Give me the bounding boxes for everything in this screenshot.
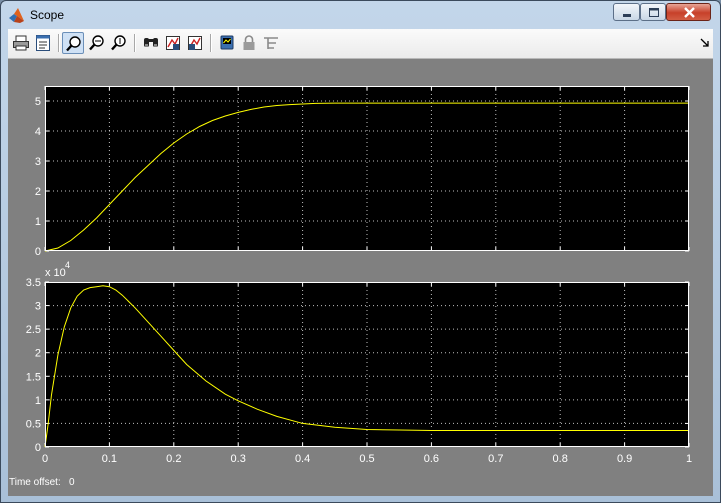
plot-2-x-tick-label: 0 [42, 453, 48, 465]
autoscale-icon [144, 38, 158, 47]
minimize-icon [623, 14, 631, 17]
plot-2-x-tick-label: 0.3 [231, 453, 246, 465]
plot-2-x-tick-label: 0.7 [488, 453, 503, 465]
save-axes-settings-button[interactable] [162, 32, 184, 54]
time-offset-label: Time offset: [9, 477, 61, 488]
minimize-button[interactable] [613, 3, 640, 21]
parameters-button[interactable] [32, 32, 54, 54]
maximize-button[interactable] [640, 3, 666, 21]
plot-2-x-tick-label: 0.1 [102, 453, 117, 465]
print-button[interactable] [10, 32, 32, 54]
plot-1-y-tick-label: 0 [35, 246, 41, 258]
plot-2-y-tick-label: 3 [35, 301, 41, 313]
plot-2-x-tick-label: 0.5 [359, 453, 374, 465]
plot-1-y-tick-label: 1 [35, 216, 41, 228]
scope-toolbar [8, 29, 713, 59]
zoom-x-button[interactable] [86, 32, 108, 54]
zoom-button[interactable] [62, 32, 84, 54]
restore-axes-settings-button[interactable] [184, 32, 206, 54]
scope-client-area: 0 1 2 3 4 5 0 0.5 1 1.5 2 2.5 3 3.5 0 0.1 0.2 0.3 0.4 0.5 0.… [8, 29, 713, 496]
save-axes-settings-icon [166, 36, 180, 50]
plot-2-y-tick-label: 0 [35, 442, 41, 454]
time-offset-value: 0 [69, 477, 75, 488]
matlab-logo-icon [9, 8, 24, 23]
zoom-y-icon [111, 35, 126, 51]
window-title: Scope [30, 8, 65, 22]
plot-2-x-tick-label: 0.9 [617, 453, 632, 465]
plot-1-y-tick-label: 3 [35, 156, 41, 168]
plot-2-x-tick-label: 0.8 [553, 453, 568, 465]
signal-selection-button[interactable] [260, 32, 282, 54]
plot-2-y-tick-label: 2.5 [26, 324, 41, 336]
zoom-icon [66, 36, 81, 52]
plot-1-y-tick-label: 2 [35, 186, 41, 198]
lock-axes-button[interactable] [238, 32, 260, 54]
plot-2-x-tick-label: 0.2 [166, 453, 181, 465]
plot-1-y-tick-label: 4 [35, 126, 41, 138]
toolbar-separator [58, 34, 60, 52]
plot-1-y-tick-label: 5 [35, 96, 41, 108]
plot-2-x-tick-label: 1 [686, 453, 692, 465]
plot-2-y-tick-label: 0.5 [26, 418, 41, 430]
parameters-icon [36, 35, 50, 51]
zoom-y-button[interactable] [108, 32, 130, 54]
time-offset-status: Time offset: 0 [9, 477, 75, 488]
print-icon [13, 35, 29, 51]
dock-arrow-icon[interactable] [700, 38, 710, 48]
plot-2-exponent-power: 4 [65, 260, 70, 270]
signal-selection-icon [264, 37, 278, 49]
scope-window: Scope 0 1 2 3 4 5 0 0.5 1 1.5 2 2.5 3 3.… [0, 0, 721, 503]
plot-2-y-tick-label: 1.5 [26, 371, 41, 383]
floating-scope-icon [220, 35, 234, 50]
close-icon [684, 7, 695, 18]
close-button[interactable] [666, 3, 711, 21]
lock-icon [243, 35, 255, 50]
plot-2-y-tick-label: 1 [35, 395, 41, 407]
zoom-x-icon [89, 35, 104, 51]
toolbar-separator [210, 34, 212, 52]
toolbar-separator [134, 34, 136, 52]
autoscale-button[interactable] [140, 32, 162, 54]
title-bar[interactable]: Scope [1, 1, 720, 29]
restore-axes-settings-icon [188, 36, 202, 50]
plot-2-y-tick-label: 2 [35, 348, 41, 360]
scope-plots[interactable]: 0 1 2 3 4 5 0 0.5 1 1.5 2 2.5 3 3.5 0 0.1 0.2 0.3 0.4 0.5 0.… [8, 59, 713, 496]
plot-2-x-tick-label: 0.6 [424, 453, 439, 465]
floating-scope-button[interactable] [216, 32, 238, 54]
plot-2-x-tick-label: 0.4 [295, 453, 310, 465]
plot-2-y-tick-label: 3.5 [26, 277, 41, 289]
plot-2-exponent-base: x 10 [45, 267, 66, 279]
maximize-icon [649, 8, 659, 17]
